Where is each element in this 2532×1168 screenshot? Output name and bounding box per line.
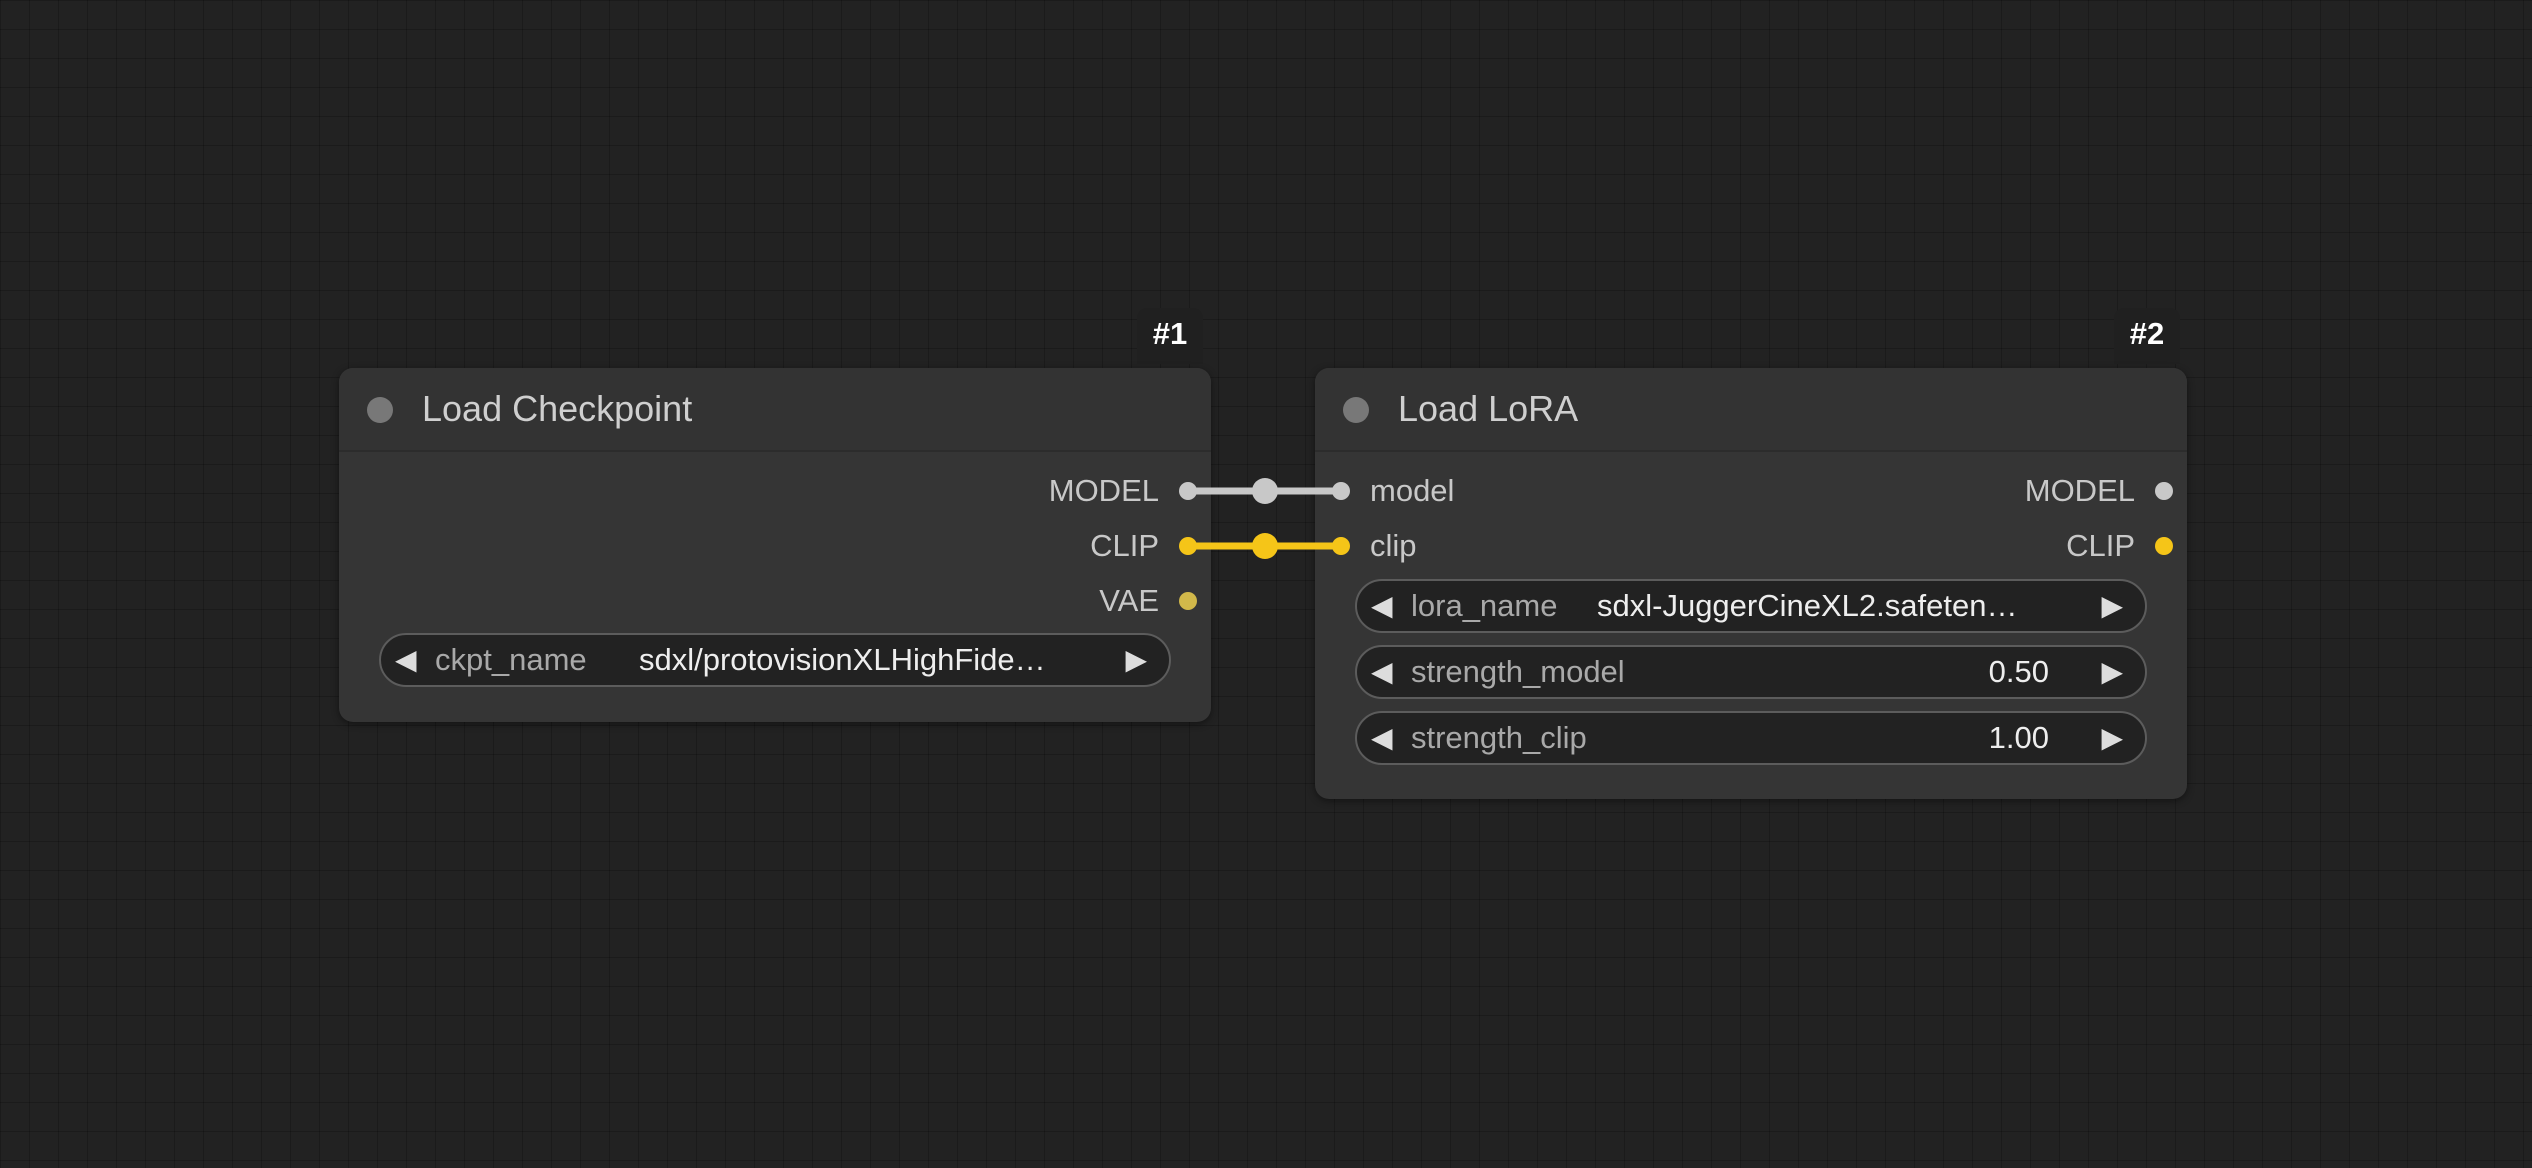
widget-value: sdxl-JuggerCineXL2.safeten…	[1597, 588, 2018, 623]
input-slot-model[interactable]	[1332, 482, 1350, 500]
output-label-clip: CLIP	[2066, 528, 2135, 563]
input-slot-clip[interactable]	[1332, 537, 1350, 555]
link-model-midpoint[interactable]	[1252, 478, 1278, 504]
node-id-badge: #2	[2114, 308, 2180, 364]
output-label-clip: CLIP	[1090, 528, 1159, 563]
strength-model-number[interactable]: ◀ strength_model 0.50 ▶	[1355, 645, 2147, 699]
widget-value: sdxl/protovisionXLHighFide…	[639, 642, 1046, 677]
decrement-arrow-icon[interactable]: ◀	[1371, 581, 1393, 631]
input-label-clip: clip	[1370, 528, 1417, 563]
widget-value: 1.00	[1988, 720, 2049, 755]
widget-value: 0.50	[1988, 654, 2049, 689]
node-id-badge: #1	[1137, 308, 1203, 364]
ckpt-name-combo[interactable]: ◀ ckpt_name sdxl/protovisionXLHighFide… …	[379, 633, 1171, 687]
output-slot-model[interactable]	[1179, 482, 1197, 500]
increment-arrow-icon[interactable]: ▶	[1125, 635, 1147, 685]
input-label-model: model	[1370, 473, 1455, 508]
widget-name: ckpt_name	[435, 642, 587, 677]
collapse-toggle-icon[interactable]	[1343, 397, 1369, 423]
output-slot-vae[interactable]	[1179, 592, 1197, 610]
output-slot-clip[interactable]	[2155, 537, 2173, 555]
lora-name-combo[interactable]: ◀ lora_name sdxl-JuggerCineXL2.safeten… …	[1355, 579, 2147, 633]
widget-name: strength_clip	[1411, 720, 1587, 755]
link-clip-midpoint[interactable]	[1252, 533, 1278, 559]
node-title: Load LoRA	[1398, 388, 1579, 429]
widget-name: strength_model	[1411, 654, 1625, 689]
load-checkpoint-node[interactable]: Load Checkpoint MODEL CLIP VAE ◀ ckpt_na…	[339, 368, 1211, 722]
decrement-arrow-icon[interactable]: ◀	[1371, 713, 1393, 763]
increment-arrow-icon[interactable]: ▶	[2101, 647, 2123, 697]
output-label-model: MODEL	[1048, 473, 1159, 508]
increment-arrow-icon[interactable]: ▶	[2101, 713, 2123, 763]
decrement-arrow-icon[interactable]: ◀	[395, 635, 417, 685]
output-label-model: MODEL	[2024, 473, 2135, 508]
output-slot-clip[interactable]	[1179, 537, 1197, 555]
strength-clip-number[interactable]: ◀ strength_clip 1.00 ▶	[1355, 711, 2147, 765]
node-header[interactable]: Load Checkpoint	[339, 368, 1211, 452]
node-title: Load Checkpoint	[422, 388, 693, 429]
graph-canvas[interactable]: #1 Load Checkpoint MODEL CLIP VAE ◀ ckpt…	[0, 0, 2532, 1168]
output-label-vae: VAE	[1099, 583, 1159, 618]
widget-name: lora_name	[1411, 588, 1558, 623]
node-header[interactable]: Load LoRA	[1315, 368, 2187, 452]
decrement-arrow-icon[interactable]: ◀	[1371, 647, 1393, 697]
increment-arrow-icon[interactable]: ▶	[2101, 581, 2123, 631]
collapse-toggle-icon[interactable]	[367, 397, 393, 423]
output-slot-model[interactable]	[2155, 482, 2173, 500]
load-lora-node[interactable]: Load LoRA model clip MODEL CLIP ◀ lora_n…	[1315, 368, 2187, 799]
